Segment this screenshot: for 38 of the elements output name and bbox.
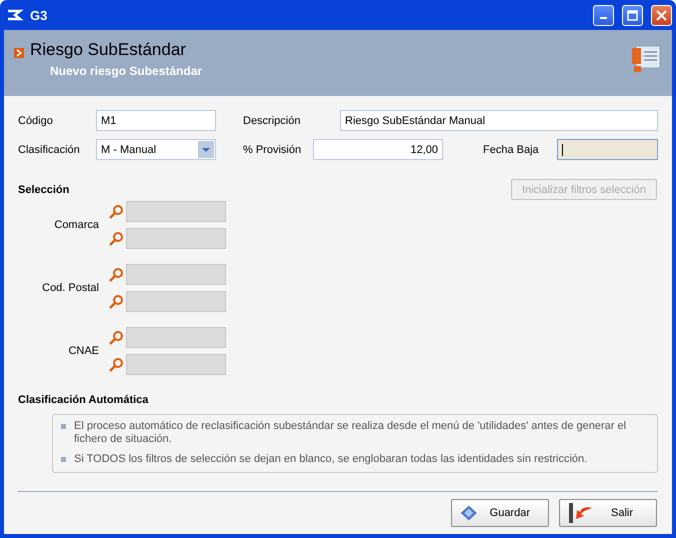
search-icon[interactable]	[108, 330, 124, 346]
section-title: Clasificación Automática	[18, 394, 150, 406]
code-input[interactable]: M1	[96, 110, 216, 131]
page-title: Riesgo SubEstándar	[30, 40, 187, 60]
page-subtitle: Nuevo riesgo Subestándar	[50, 64, 204, 78]
window-title: G3	[30, 8, 48, 22]
save-button[interactable]: Guardar	[451, 499, 549, 527]
description-input[interactable]: Riesgo SubEstándar Manual	[340, 110, 658, 131]
search-icon[interactable]	[108, 266, 124, 282]
close-button[interactable]	[651, 4, 672, 26]
field-label: Código	[18, 114, 54, 126]
exit-arrow-icon	[568, 502, 594, 524]
filter-label: Comarca	[53, 219, 100, 231]
app-logo-icon	[6, 9, 24, 21]
field-label: Descripción	[243, 114, 302, 126]
info-note: El proceso automático de reclasificación subestándar se realiza desde el menú de 'utilidades' antes de generar el fichero de situación.	[74, 420, 628, 446]
filter-label: CNAE	[67, 345, 100, 357]
bullet-icon	[14, 48, 24, 58]
date-input[interactable]	[557, 139, 658, 160]
bullet-icon	[61, 424, 66, 429]
info-note: Si TODOS los filtros de selección se dejan en blanco, se englobaran todas las identidades sin restricción.	[74, 453, 588, 466]
filter-label: Cod. Postal	[41, 282, 100, 294]
bullet-icon	[61, 457, 66, 462]
field-label: % Provisión	[243, 144, 302, 156]
maximize-icon	[627, 10, 638, 20]
maximize-button[interactable]	[622, 4, 643, 26]
close-icon	[656, 10, 667, 20]
search-icon[interactable]	[108, 294, 124, 310]
field-label: Fecha Baja	[483, 144, 540, 156]
provision-input[interactable]: 12,00	[313, 139, 443, 160]
classification-select[interactable]: M - Manual	[96, 139, 216, 160]
field-label: Clasificación	[18, 144, 81, 156]
search-icon[interactable]	[108, 356, 124, 372]
search-icon[interactable]	[108, 204, 124, 220]
minimize-button[interactable]	[593, 4, 614, 26]
section-title: Selección	[18, 184, 70, 196]
search-icon[interactable]	[108, 230, 124, 246]
exit-button[interactable]: Salir	[559, 499, 657, 527]
